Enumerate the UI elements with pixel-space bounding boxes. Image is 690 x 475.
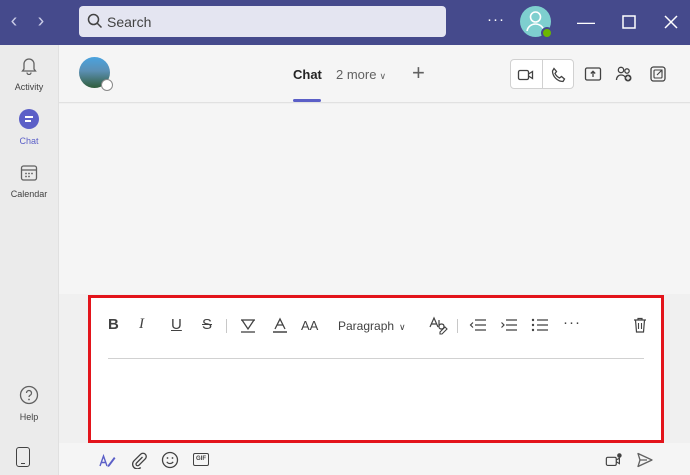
bell-icon bbox=[21, 58, 37, 76]
rail-item-chat[interactable]: Chat bbox=[0, 109, 58, 146]
message-list bbox=[59, 104, 690, 294]
toolbar-divider bbox=[226, 319, 227, 333]
search-input[interactable]: Search bbox=[79, 6, 446, 37]
attach-icon[interactable] bbox=[130, 451, 148, 469]
italic-button[interactable]: I bbox=[139, 316, 144, 333]
tab-chat[interactable]: Chat bbox=[293, 67, 322, 82]
rail-item-activity[interactable]: Activity bbox=[0, 55, 58, 92]
forward-button[interactable]: › bbox=[30, 10, 52, 32]
mobile-device-icon[interactable] bbox=[16, 447, 30, 467]
minimize-button[interactable]: — bbox=[574, 10, 598, 34]
calendar-icon bbox=[20, 165, 38, 181]
trash-icon[interactable] bbox=[631, 316, 649, 334]
profile-avatar[interactable] bbox=[520, 6, 553, 39]
rail-item-help[interactable]: Help bbox=[0, 385, 58, 422]
compose-divider bbox=[108, 358, 644, 359]
settings-more-button[interactable]: ··· bbox=[487, 11, 505, 28]
emoji-icon[interactable] bbox=[161, 451, 179, 469]
presence-available-icon bbox=[541, 27, 553, 39]
tab-more-label: 2 more bbox=[336, 67, 377, 82]
help-icon bbox=[19, 385, 39, 405]
chevron-down-icon: ∨ bbox=[379, 71, 387, 81]
add-tab-button[interactable]: + bbox=[412, 60, 425, 86]
bold-button[interactable]: B bbox=[108, 316, 119, 333]
chevron-down-icon: ∨ bbox=[399, 322, 406, 332]
search-icon bbox=[87, 13, 103, 29]
rail-item-label: Chat bbox=[19, 136, 39, 146]
active-tab-indicator bbox=[293, 99, 321, 102]
chat-avatar[interactable] bbox=[79, 57, 113, 91]
compose-box[interactable]: B I U S AA Paragraph ∨ ··· bbox=[88, 295, 664, 443]
presence-offline-icon bbox=[101, 79, 113, 91]
paragraph-label: Paragraph bbox=[338, 319, 395, 333]
format-icon[interactable] bbox=[98, 451, 116, 469]
send-icon[interactable] bbox=[636, 451, 654, 469]
bulleted-list-icon[interactable] bbox=[531, 317, 549, 333]
maximize-button[interactable] bbox=[617, 10, 641, 34]
call-buttons bbox=[510, 59, 574, 89]
format-style-icon[interactable] bbox=[428, 315, 448, 335]
rail-item-calendar[interactable]: Calendar bbox=[0, 164, 58, 199]
paragraph-select[interactable]: Paragraph ∨ bbox=[338, 319, 406, 333]
tab-more[interactable]: 2 more ∨ bbox=[336, 67, 386, 82]
share-screen-icon[interactable] bbox=[584, 65, 602, 83]
strikethrough-button[interactable]: S bbox=[202, 316, 212, 333]
gif-icon[interactable]: GIF bbox=[193, 453, 209, 466]
font-size-button[interactable]: AA bbox=[301, 318, 318, 333]
increase-indent-icon[interactable] bbox=[500, 317, 518, 333]
compose-actions: GIF bbox=[59, 443, 690, 475]
title-bar: ‹ › Search ··· — bbox=[0, 0, 690, 45]
rail-item-label: Help bbox=[19, 412, 39, 422]
decrease-indent-icon[interactable] bbox=[469, 317, 487, 333]
close-button[interactable] bbox=[659, 10, 683, 34]
underline-button[interactable]: U bbox=[171, 316, 182, 333]
chat-icon bbox=[19, 109, 39, 129]
close-icon bbox=[664, 15, 678, 29]
video-call-icon[interactable] bbox=[517, 66, 535, 84]
divider bbox=[542, 60, 543, 88]
back-button[interactable]: ‹ bbox=[3, 10, 25, 32]
highlight-icon[interactable] bbox=[239, 316, 257, 334]
toolbar-divider bbox=[457, 319, 458, 333]
phone-call-icon[interactable] bbox=[549, 66, 567, 84]
video-clip-icon[interactable] bbox=[605, 451, 623, 469]
rail-item-label: Activity bbox=[14, 82, 44, 92]
more-options-button[interactable]: ··· bbox=[563, 314, 581, 331]
maximize-icon bbox=[622, 15, 636, 29]
chat-header: Chat 2 more ∨ + bbox=[59, 45, 690, 103]
search-placeholder: Search bbox=[107, 14, 152, 30]
add-people-icon[interactable] bbox=[615, 65, 633, 83]
font-color-icon[interactable] bbox=[271, 316, 289, 334]
rail-item-label: Calendar bbox=[10, 189, 48, 199]
app-rail: Activity Chat Calendar Help bbox=[0, 45, 59, 475]
pop-out-icon[interactable] bbox=[649, 65, 667, 83]
